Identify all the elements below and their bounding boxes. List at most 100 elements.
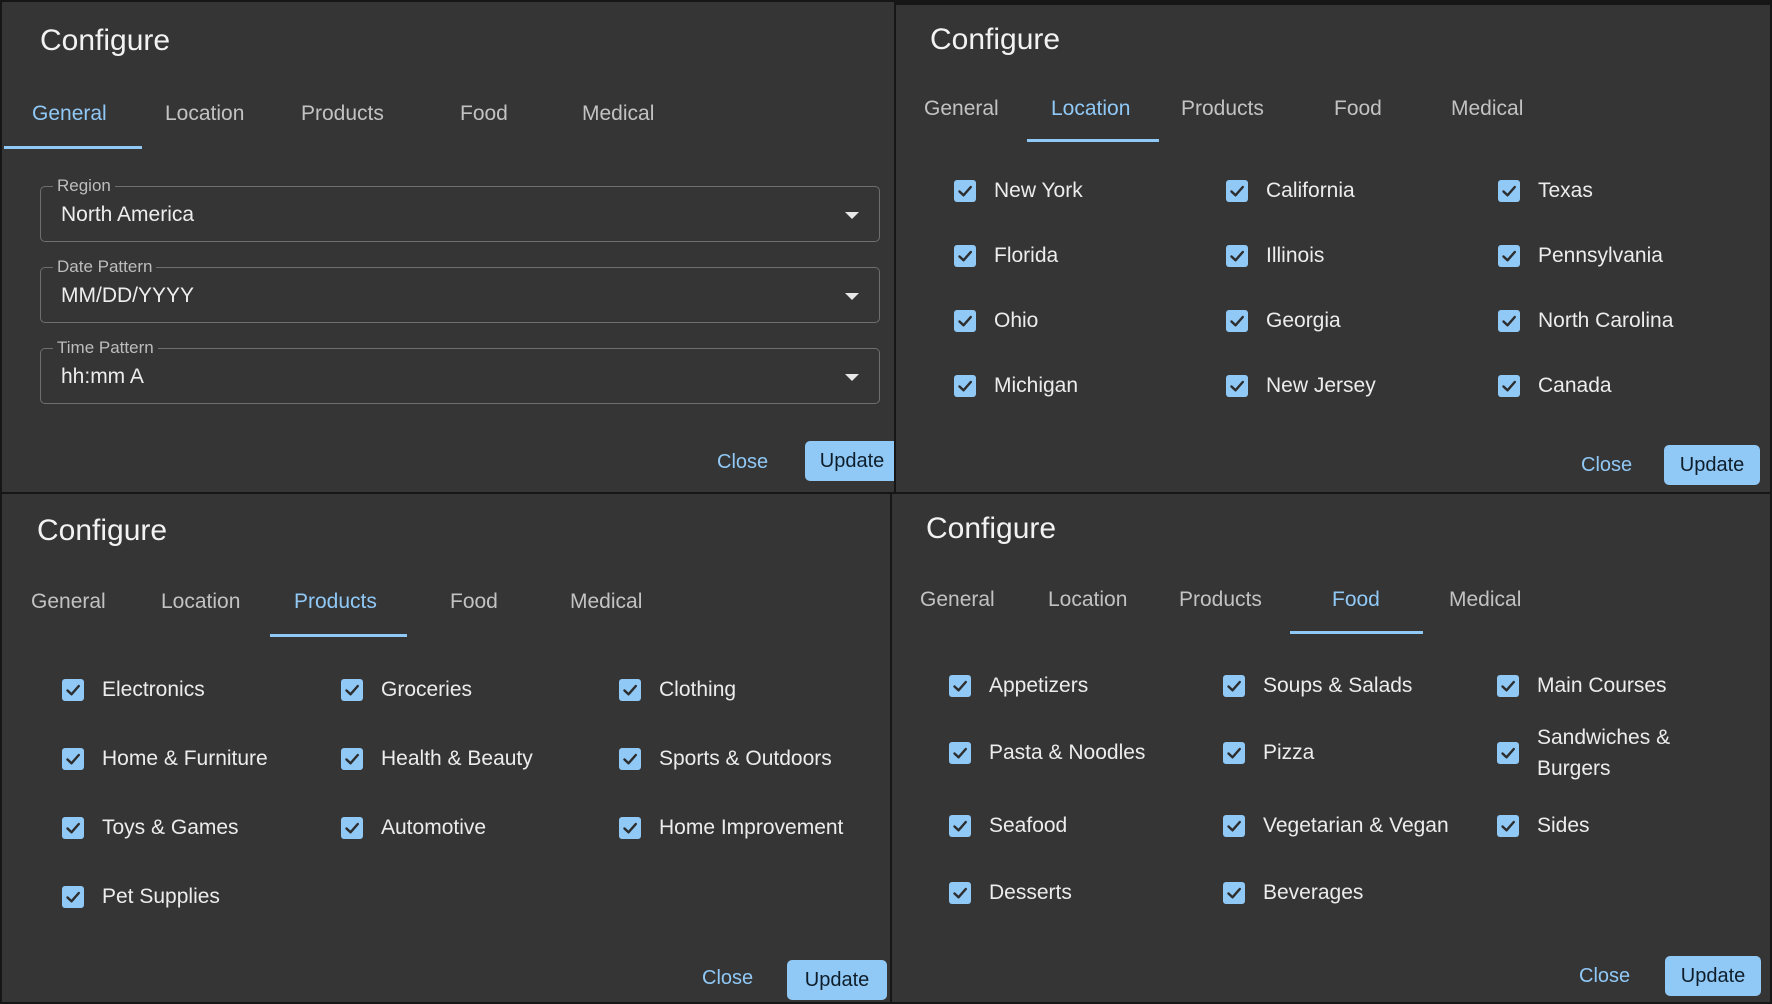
checkbox-checked-icon xyxy=(949,814,971,837)
checkbox-california[interactable]: California xyxy=(1226,175,1355,206)
date-pattern-select[interactable]: Date Pattern MM/DD/YYYY xyxy=(40,257,880,323)
checkbox-checked-icon xyxy=(954,309,976,332)
checkbox-checked-icon xyxy=(1497,674,1519,697)
close-button[interactable]: Close xyxy=(717,451,768,474)
checkbox-toys-games[interactable]: Toys & Games xyxy=(62,812,239,843)
checkbox-label: Toys & Games xyxy=(102,816,239,839)
checkbox-label: Automotive xyxy=(381,816,487,839)
checkbox-georgia[interactable]: Georgia xyxy=(1226,305,1341,336)
checkbox-home-furniture[interactable]: Home & Furniture xyxy=(62,743,268,774)
dialog-title: Configure xyxy=(37,514,168,547)
checkbox-new-york[interactable]: New York xyxy=(954,175,1083,206)
tab-medical[interactable]: Medical xyxy=(1451,97,1523,121)
checkbox-checked-icon xyxy=(1497,814,1519,837)
tab-food[interactable]: Food xyxy=(1334,97,1382,121)
tab-medical[interactable]: Medical xyxy=(1449,588,1521,612)
checkbox-checked-icon xyxy=(1226,244,1248,267)
checkbox-label: Georgia xyxy=(1266,309,1341,332)
checkbox-illinois[interactable]: Illinois xyxy=(1226,240,1324,271)
region-label: Region xyxy=(53,176,115,196)
checkbox-checked-icon xyxy=(1498,179,1520,202)
checkbox-vegetarian-vegan[interactable]: Vegetarian & Vegan xyxy=(1223,810,1449,841)
tab-products[interactable]: Products xyxy=(1181,97,1264,121)
checkbox-checked-icon xyxy=(1226,374,1248,397)
update-button[interactable]: Update xyxy=(805,441,894,481)
checkbox-seafood[interactable]: Seafood xyxy=(949,810,1067,841)
tab-location[interactable]: Location xyxy=(161,590,240,614)
tab-general[interactable]: General xyxy=(31,590,106,614)
checkbox-checked-icon xyxy=(341,816,363,839)
region-value: North America xyxy=(61,203,195,226)
checkbox-florida[interactable]: Florida xyxy=(954,240,1058,271)
checkbox-label: New York xyxy=(994,179,1083,202)
tab-general[interactable]: General xyxy=(920,588,995,612)
tab-general[interactable]: General xyxy=(32,102,107,126)
checkbox-health-beauty[interactable]: Health & Beauty xyxy=(341,743,533,774)
checkbox-appetizers[interactable]: Appetizers xyxy=(949,670,1088,701)
checkbox-checked-icon xyxy=(949,674,971,697)
checkbox-texas[interactable]: Texas xyxy=(1498,175,1593,206)
checkbox-label: Seafood xyxy=(989,814,1068,837)
tab-food[interactable]: Food xyxy=(1332,588,1380,612)
tab-medical[interactable]: Medical xyxy=(570,590,642,614)
tab-location[interactable]: Location xyxy=(1048,588,1127,612)
checkbox-checked-icon xyxy=(1223,881,1245,904)
checkbox-label: California xyxy=(1266,179,1355,202)
checkbox-label: Sides xyxy=(1537,814,1590,837)
tab-location[interactable]: Location xyxy=(165,102,244,126)
tab-medical[interactable]: Medical xyxy=(582,102,654,126)
close-button[interactable]: Close xyxy=(1579,965,1630,988)
checkbox-checked-icon xyxy=(62,885,84,908)
update-button[interactable]: Update xyxy=(1664,445,1760,485)
dropdown-arrow-icon xyxy=(845,212,859,219)
checkbox-ohio[interactable]: Ohio xyxy=(954,305,1038,336)
checkbox-checked-icon xyxy=(1226,179,1248,202)
configure-dialog-location: Configure General Location Products Food… xyxy=(896,5,1770,492)
tab-products[interactable]: Products xyxy=(294,590,377,614)
checkbox-label: Soups & Salads xyxy=(1263,674,1413,697)
checkbox-checked-icon xyxy=(954,244,976,267)
checkbox-pizza[interactable]: Pizza xyxy=(1223,737,1314,768)
dropdown-arrow-icon xyxy=(845,374,859,381)
checkbox-sports-outdoors[interactable]: Sports & Outdoors xyxy=(619,743,832,774)
checkbox-north-carolina[interactable]: North Carolina xyxy=(1498,305,1673,336)
update-button[interactable]: Update xyxy=(787,960,887,1000)
checkbox-automotive[interactable]: Automotive xyxy=(341,812,486,843)
tab-general[interactable]: General xyxy=(924,97,999,121)
close-button[interactable]: Close xyxy=(702,967,753,990)
checkbox-label: New Jersey xyxy=(1266,374,1376,397)
checkbox-checked-icon xyxy=(1498,244,1520,267)
checkbox-new-jersey[interactable]: New Jersey xyxy=(1226,370,1376,401)
checkbox-label: Pasta & Noodles xyxy=(989,741,1146,764)
checkbox-sandwiches-burgers[interactable]: Sandwiches & Burgers xyxy=(1497,722,1687,784)
update-button[interactable]: Update xyxy=(1665,956,1761,996)
checkbox-beverages[interactable]: Beverages xyxy=(1223,877,1363,908)
close-button[interactable]: Close xyxy=(1581,454,1632,477)
tab-food[interactable]: Food xyxy=(460,102,508,126)
checkbox-home-improvement[interactable]: Home Improvement xyxy=(619,812,843,843)
tab-products[interactable]: Products xyxy=(1179,588,1262,612)
region-select[interactable]: Region North America xyxy=(40,176,880,242)
checkbox-groceries[interactable]: Groceries xyxy=(341,674,472,705)
checkbox-checked-icon xyxy=(949,741,971,764)
checkbox-checked-icon xyxy=(1223,674,1245,697)
checkbox-electronics[interactable]: Electronics xyxy=(62,674,205,705)
tab-products[interactable]: Products xyxy=(301,102,384,126)
checkbox-sides[interactable]: Sides xyxy=(1497,810,1590,841)
tab-food[interactable]: Food xyxy=(450,590,498,614)
checkbox-pet-supplies[interactable]: Pet Supplies xyxy=(62,881,220,912)
checkbox-label: Pizza xyxy=(1263,741,1315,764)
checkbox-main-courses[interactable]: Main Courses xyxy=(1497,670,1667,701)
checkbox-michigan[interactable]: Michigan xyxy=(954,370,1078,401)
checkbox-desserts[interactable]: Desserts xyxy=(949,877,1072,908)
tab-location[interactable]: Location xyxy=(1051,97,1130,121)
checkbox-soups-salads[interactable]: Soups & Salads xyxy=(1223,670,1412,701)
checkbox-label: Pennsylvania xyxy=(1538,244,1663,267)
checkbox-label: Electronics xyxy=(102,678,205,701)
time-pattern-select[interactable]: Time Pattern hh:mm A xyxy=(40,338,880,404)
checkbox-clothing[interactable]: Clothing xyxy=(619,674,736,705)
checkbox-pennsylvania[interactable]: Pennsylvania xyxy=(1498,240,1663,271)
checkbox-canada[interactable]: Canada xyxy=(1498,370,1612,401)
checkbox-pasta-noodles[interactable]: Pasta & Noodles xyxy=(949,737,1145,768)
checkbox-checked-icon xyxy=(1498,374,1520,397)
